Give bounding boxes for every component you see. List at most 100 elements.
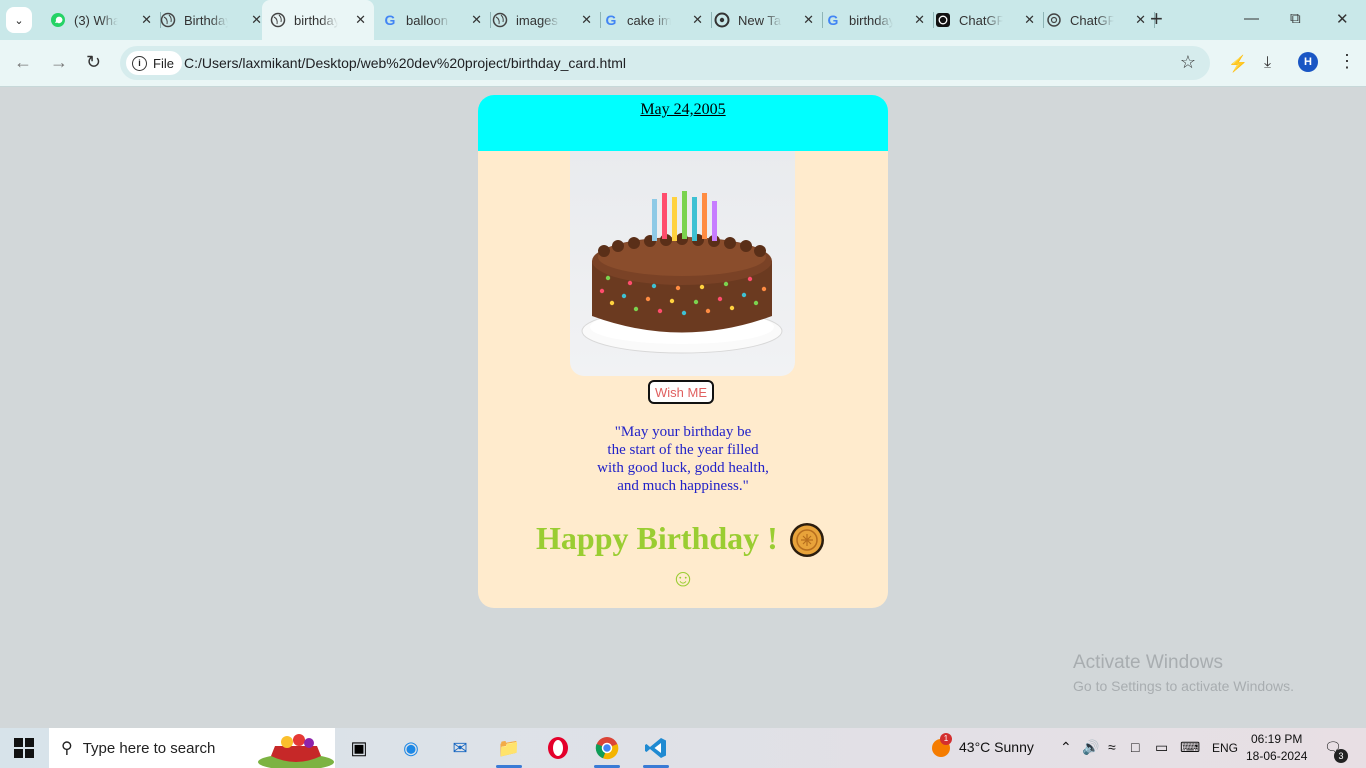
close-tab-icon[interactable]: ✕ [914,12,925,28]
menu-kebab-icon[interactable]: ⋮ [1338,52,1356,70]
file-explorer-icon[interactable]: 📁 [494,734,524,768]
chevron-down-icon: ⌄ [14,14,24,27]
back-icon[interactable]: ← [14,52,32,73]
quote-line: the start of the year filled [607,442,759,458]
close-tab-icon[interactable]: ✕ [1024,12,1035,28]
quote-line: with good luck, godd health, [597,460,769,476]
chatgpt-icon [1046,12,1062,28]
language-indicator[interactable]: ENG [1212,741,1238,755]
google-icon: G [605,12,617,28]
tab-whatsapp[interactable]: (3) WhatsApp ✕ [40,0,161,40]
close-window-icon[interactable]: ✕ [1336,10,1349,28]
tab-title: ChatGPT [1070,12,1114,28]
tab-images[interactable]: images ✕ [482,0,601,40]
vscode-icon[interactable] [641,734,671,768]
watermark-subtitle: Go to Settings to activate Windows. [1073,678,1294,694]
tab-title: Birthday [184,12,228,28]
mail-icon[interactable]: ✉ [445,734,475,762]
taskbar-clock[interactable]: 06:19 PM 18-06-2024 [1246,731,1307,765]
info-icon: i [132,55,147,71]
tab-title: New Tab [738,12,782,28]
clock-time: 06:19 PM [1251,732,1303,746]
whatsapp-icon [50,12,66,28]
new-tab-button[interactable]: + [1150,8,1163,30]
tab-title: images [516,12,558,28]
tab-search-button[interactable]: ⌄ [6,7,32,33]
tab-chatgpt-2[interactable]: ChatGPT ✕ [1036,0,1155,40]
wish-me-button[interactable]: Wish ME [648,380,714,404]
weather-text[interactable]: 43°C Sunny [959,739,1034,755]
task-view-icon[interactable]: ▣ [344,734,374,762]
tab-title: cake im [627,12,671,28]
tab-title: birthday [849,12,893,28]
watermark-title: Activate Windows [1073,652,1223,673]
tab-birthday-search[interactable]: G birthday ✕ [815,0,934,40]
quote-line: and much happiness." [617,478,749,494]
chatgpt-icon [935,12,951,28]
bookmark-star-icon[interactable]: ☆ [1180,52,1196,73]
globe-icon [160,12,176,28]
close-tab-icon[interactable]: ✕ [251,12,262,28]
google-icon: G [384,12,396,28]
site-info-chip[interactable]: i File [126,51,182,75]
address-bar[interactable]: i File C:/Users/laxmikant/Desktop/web%20… [120,46,1210,80]
url-text[interactable]: C:/Users/laxmikant/Desktop/web%20dev%20p… [184,55,626,71]
volume-icon[interactable]: 🔊 [1082,739,1099,756]
tab-title: birthday [294,12,338,28]
download-icon[interactable]: ⤓ [1264,54,1271,72]
notification-count-badge: 3 [1334,749,1348,763]
chrome-icon[interactable] [592,734,622,768]
tab-balloon[interactable]: G balloon ✕ [372,0,491,40]
minimize-icon[interactable]: — [1244,10,1259,27]
opera-icon[interactable] [543,734,573,762]
keyboard-icon[interactable]: ⌨ [1180,739,1200,756]
network-icon[interactable]: ≈ [1108,739,1116,755]
cake-image [570,151,795,376]
opera-icon [714,12,730,28]
close-tab-icon[interactable]: ✕ [581,12,592,28]
mooncake-emoji-icon [789,522,825,558]
close-tab-icon[interactable]: ✕ [803,12,814,28]
tray-chevron-up-icon[interactable]: ⌃ [1060,739,1072,756]
birthday-quote: "May your birthday be the start of the y… [478,423,888,495]
close-tab-icon[interactable]: ✕ [355,12,366,28]
activate-windows-watermark: Activate Windows Go to Settings to activ… [1073,652,1294,694]
weather-alert-badge: 1 [940,733,952,745]
quote-line: "May your birthday be [614,424,752,440]
close-tab-icon[interactable]: ✕ [1135,12,1146,28]
card-header: May 24,2005 [478,95,888,151]
meet-now-icon[interactable]: □ [1131,739,1139,755]
close-tab-icon[interactable]: ✕ [471,12,482,28]
tab-new-tab[interactable]: New Tab ✕ [704,0,823,40]
taskbar-search-box[interactable]: ⚲ Type here to search [49,728,335,768]
fruit-basket-illustration-icon [257,732,335,768]
tab-title: (3) WhatsApp [74,12,118,28]
edge-icon[interactable]: ◉ [396,734,426,762]
performance-icon[interactable]: ⚡ [1228,54,1248,74]
tab-title: ChatGPT [959,12,1003,28]
close-tab-icon[interactable]: ✕ [692,12,703,28]
tab-chatgpt-1[interactable]: ChatGPT ✕ [925,0,1044,40]
taskbar: ⚲ Type here to search ▣ ◉ ✉ 📁 1 43°C Sun… [0,728,1366,768]
restore-icon[interactable]: ⧉ [1290,10,1301,27]
birthday-card: May 24,2005 Wish ME "May your birthday b… [478,95,888,608]
globe-icon [270,12,286,28]
tab-birthday-active[interactable]: birthday ✕ [262,0,374,40]
tab-birthday-1[interactable]: Birthday ✕ [150,0,271,40]
search-placeholder: Type here to search [82,739,216,757]
forward-icon[interactable]: → [50,52,68,73]
globe-icon [492,12,508,28]
google-icon: G [827,12,839,28]
tab-title: balloon [406,12,448,28]
search-icon: ⚲ [61,740,73,757]
reload-icon[interactable]: ↻ [86,52,101,73]
card-date: May 24,2005 [640,101,726,118]
profile-avatar[interactable]: H [1298,52,1318,72]
site-info-label: File [153,55,174,71]
battery-icon[interactable]: ▭ [1155,739,1168,756]
happy-birthday-heading: Happy Birthday ! [536,520,778,556]
smiley-icon: ☺ [670,565,696,592]
tab-cake-images[interactable]: G cake im ✕ [593,0,712,40]
clock-date: 18-06-2024 [1246,749,1308,763]
windows-start-icon[interactable] [14,738,34,758]
